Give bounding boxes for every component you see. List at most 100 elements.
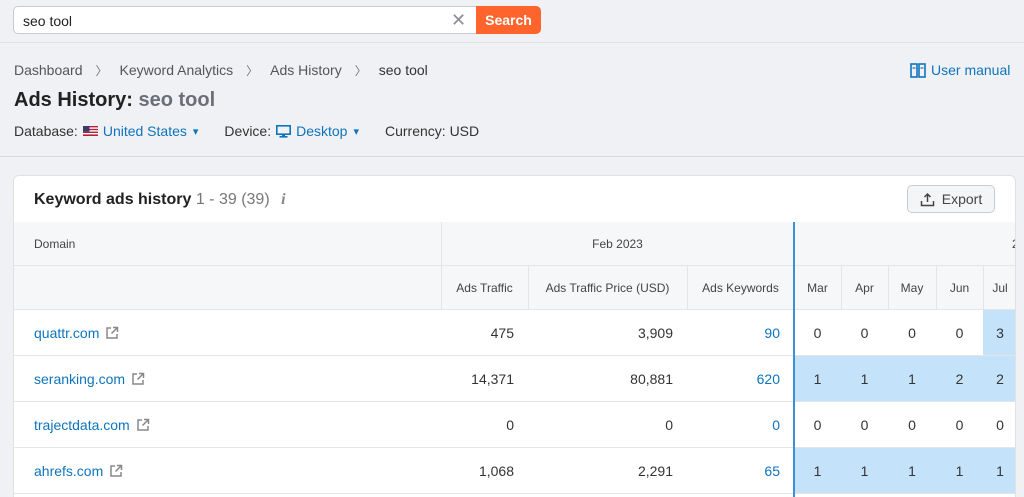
month-value-cell: 0 <box>813 416 822 433</box>
domain-link[interactable]: quattr.com <box>34 325 119 341</box>
period-header: Feb 2023 <box>592 237 643 251</box>
col-header-month: Jun <box>949 281 970 295</box>
period-header-cell: Feb 2023 <box>441 222 794 266</box>
database-label: Database: <box>14 123 78 139</box>
external-link-icon[interactable] <box>136 418 150 432</box>
col-header-month: Jul <box>992 281 1008 295</box>
month-value-cell: 0 <box>955 416 964 433</box>
col-header-ads-traffic[interactable]: Ads Traffic <box>441 266 528 310</box>
domain-text: quattr.com <box>34 325 100 341</box>
device-selector[interactable]: Desktop ▾ <box>276 123 359 139</box>
column-divider <box>528 266 529 310</box>
month-value-cell: 1 <box>983 448 1015 493</box>
month-value-cell: 2 <box>936 356 983 401</box>
col-header-month: Apr <box>855 281 874 295</box>
column-divider <box>888 266 889 310</box>
domain-link[interactable]: seranking.com <box>34 371 145 387</box>
chevron-right-icon: 〉 <box>354 64 367 78</box>
month-value-cell: 1 <box>936 448 983 493</box>
domain-cell: seranking.com <box>34 356 145 402</box>
chevron-down-icon: ▾ <box>192 125 199 138</box>
page-title-main: Ads History: <box>14 89 133 111</box>
search-input[interactable]: seo tool ✕ <box>13 6 476 34</box>
domain-text: seranking.com <box>34 371 126 387</box>
breadcrumb-item-keyword-analytics[interactable]: Keyword Analytics <box>120 62 234 78</box>
month-value-cell: 0 <box>908 324 916 341</box>
ads-keywords-cell[interactable]: 620 <box>630 356 780 402</box>
domain-link[interactable]: trajectdata.com <box>34 417 150 433</box>
month-value-cell: 0 <box>996 416 1004 433</box>
month-value-cell: 0 <box>955 324 964 341</box>
column-divider <box>841 266 842 310</box>
period-divider <box>793 222 795 497</box>
column-divider <box>983 266 984 310</box>
next-period-header: 2 <box>1012 222 1015 266</box>
table-row: quattr.com 475 3,909 90 0 0 0 0 3 <box>14 310 1015 356</box>
domain-header-cell: Domain <box>14 222 441 266</box>
month-value-cell: 3 <box>983 310 1015 355</box>
ads-traffic-cell: 0 <box>506 417 514 433</box>
user-manual-label: User manual <box>931 62 1011 78</box>
domain-text: trajectdata.com <box>34 417 130 433</box>
domain-cell: ahrefs.com <box>34 448 123 494</box>
database-selector[interactable]: United States ▾ <box>82 123 199 139</box>
section-divider <box>0 156 1024 157</box>
us-flag-icon <box>82 126 98 136</box>
top-search-bar: seo tool ✕ Search <box>0 0 1024 43</box>
column-divider <box>441 222 442 310</box>
search-button[interactable]: Search <box>476 6 541 34</box>
month-value-cell: 1 <box>841 356 888 401</box>
device-filter: Device: Desktop ▾ <box>224 123 359 139</box>
ads-keywords-cell[interactable]: 90 <box>630 310 780 356</box>
external-link-icon[interactable] <box>109 464 123 478</box>
chevron-down-icon: ▾ <box>353 125 359 138</box>
table-row: ahrefs.com 1,068 2,291 65 1 1 1 1 1 <box>14 448 1015 494</box>
external-link-icon[interactable] <box>131 372 145 386</box>
results-count: 1 - 39 (39) <box>195 191 270 208</box>
device-value: Desktop <box>296 123 348 139</box>
device-label: Device: <box>224 123 272 139</box>
month-value-cell: 1 <box>841 448 888 493</box>
domain-header-spacer <box>14 266 441 310</box>
table-row: seranking.com 14,371 80,881 620 1 1 1 2 2 <box>14 356 1015 402</box>
col-header-ads-traffic-price[interactable]: Ads Traffic Price (USD) <box>528 266 687 310</box>
breadcrumb: Dashboard 〉 Keyword Analytics 〉 Ads History 〉… <box>14 62 428 79</box>
column-divider <box>687 266 688 310</box>
info-icon[interactable]: i <box>281 191 285 208</box>
filters-bar: Database: United States ▾ Device: Deskto… <box>14 123 479 139</box>
page-title: Ads History: seo tool <box>14 89 215 112</box>
domain-text: ahrefs.com <box>34 463 104 479</box>
month-value-cell: 0 <box>908 416 916 433</box>
breadcrumb-item-ads-history[interactable]: Ads History <box>270 62 342 78</box>
month-value-cell: 1 <box>794 448 841 493</box>
domain-header[interactable]: Domain <box>34 222 75 266</box>
ads-traffic-cell: 1,068 <box>478 463 514 479</box>
card-title-label: Keyword ads history <box>34 191 192 208</box>
keyword-ads-history-card: Keyword ads history 1 - 39 (39) i Export… <box>13 175 1016 497</box>
month-value-cell: 0 <box>860 324 869 341</box>
export-button[interactable]: Export <box>907 185 995 213</box>
col-header-ads-keywords[interactable]: Ads Keywords <box>687 266 794 310</box>
ads-keywords-cell[interactable]: 0 <box>630 402 780 448</box>
domain-cell: quattr.com <box>34 310 119 356</box>
card-title: Keyword ads history 1 - 39 (39) i <box>34 191 286 209</box>
month-value-cell: 1 <box>794 356 841 401</box>
month-value-cell: 0 <box>813 324 822 341</box>
desktop-icon <box>276 124 292 138</box>
month-value-cell: 1 <box>888 448 936 493</box>
database-filter: Database: United States ▾ <box>14 123 198 139</box>
close-icon[interactable]: ✕ <box>451 10 466 30</box>
column-divider <box>936 266 937 310</box>
breadcrumb-item-dashboard[interactable]: Dashboard <box>14 62 83 78</box>
currency-label: Currency: USD <box>385 123 480 139</box>
database-value: United States <box>102 123 187 139</box>
chevron-right-icon: 〉 <box>246 64 259 78</box>
external-link-icon[interactable] <box>105 326 119 340</box>
export-label: Export <box>941 191 983 207</box>
upload-icon <box>920 192 935 206</box>
domain-link[interactable]: ahrefs.com <box>34 463 123 479</box>
domain-cell: trajectdata.com <box>34 402 150 448</box>
user-manual-link[interactable]: User manual <box>910 62 1010 78</box>
chevron-right-icon: 〉 <box>95 64 108 78</box>
ads-keywords-cell[interactable]: 65 <box>630 448 780 494</box>
